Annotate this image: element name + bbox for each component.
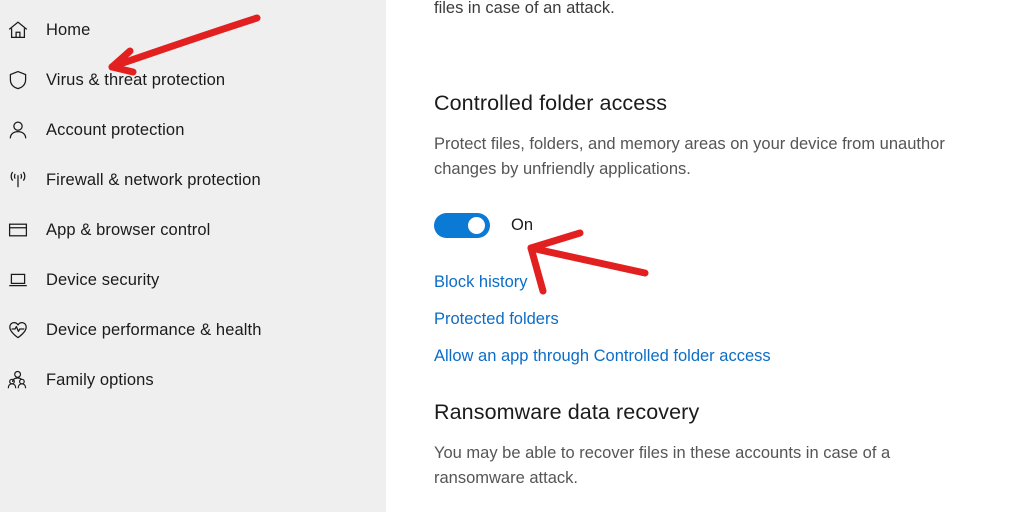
heart-pulse-icon (3, 315, 33, 345)
allow-app-through-controlled-folder-access-link[interactable]: Allow an app through Controlled folder a… (434, 347, 771, 366)
sidebar-item-firewall-network-protection[interactable]: Firewall & network protection (0, 155, 386, 205)
sidebar-item-label: Virus & threat protection (46, 70, 226, 89)
intro-text-tail: files in case of an attack. (434, 0, 615, 17)
toggle-state-label: On (511, 216, 534, 234)
sidebar-item-account-protection[interactable]: Account protection (0, 105, 386, 155)
sidebar-item-family-options[interactable]: Family options (0, 355, 386, 405)
main-content-pane: files in case of an attack. Controlled f… (386, 0, 1011, 512)
controlled-folder-access-description-line2: changes by unfriendly applications. (434, 160, 691, 178)
sidebar-item-label: App & browser control (46, 220, 211, 239)
sidebar-item-device-security[interactable]: Device security (0, 255, 386, 305)
shield-icon (3, 65, 33, 95)
controlled-folder-access-description-line1: Protect files, folders, and memory areas… (434, 135, 945, 153)
wireless-signal-icon (3, 165, 33, 195)
sidebar-item-label: Device security (46, 270, 160, 289)
block-history-link[interactable]: Block history (434, 273, 528, 292)
sidebar-item-label: Home (46, 20, 91, 39)
sidebar-item-label: Account protection (46, 120, 185, 139)
windows-security-window: Home Virus & threat protection Account p… (0, 0, 1011, 512)
controlled-folder-access-toggle[interactable] (434, 213, 490, 238)
people-icon (3, 365, 33, 395)
sidebar-item-home[interactable]: Home (0, 5, 386, 55)
person-icon (3, 115, 33, 145)
navigation-sidebar: Home Virus & threat protection Account p… (0, 0, 386, 512)
controlled-folder-access-heading: Controlled folder access (434, 91, 668, 115)
home-icon (3, 15, 33, 45)
protected-folders-link[interactable]: Protected folders (434, 310, 559, 329)
ransomware-data-recovery-heading: Ransomware data recovery (434, 400, 700, 424)
laptop-icon (3, 265, 33, 295)
sidebar-item-app-browser-control[interactable]: App & browser control (0, 205, 386, 255)
controlled-folder-access-toggle-row: On (434, 213, 533, 238)
toggle-knob (468, 217, 485, 234)
sidebar-item-virus-threat-protection[interactable]: Virus & threat protection (0, 55, 386, 105)
window-icon (3, 215, 33, 245)
ransomware-data-recovery-description-line2: ransomware attack. (434, 469, 578, 487)
sidebar-item-label: Firewall & network protection (46, 170, 261, 189)
ransomware-data-recovery-description-line1: You may be able to recover files in thes… (434, 444, 891, 462)
sidebar-item-label: Family options (46, 370, 154, 389)
sidebar-item-device-performance-health[interactable]: Device performance & health (0, 305, 386, 355)
sidebar-item-label: Device performance & health (46, 320, 262, 339)
